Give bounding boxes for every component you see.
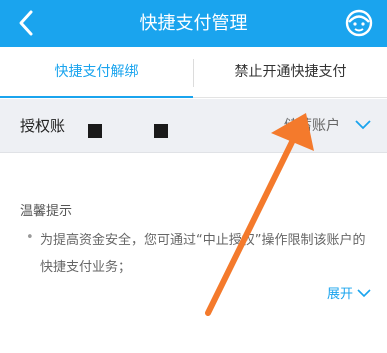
redaction-block	[154, 124, 168, 138]
tips-title: 温馨提示	[20, 204, 73, 219]
redaction-block	[88, 124, 102, 138]
tip-text: 为提高资金安全，您可通过“中止授权”操作限制该账户的快捷支付业务；	[40, 233, 366, 275]
account-selector[interactable]: 授权账 储蓄账户	[0, 99, 387, 153]
page-title: 快捷支付管理	[139, 13, 248, 34]
tab-disable-quick-pay[interactable]: 禁止开通快捷支付	[194, 47, 387, 98]
customer-service-icon[interactable]	[343, 7, 375, 39]
account-label: 授权账	[20, 117, 66, 135]
chevron-down-icon	[355, 120, 371, 130]
top-bar: 快捷支付管理	[0, 0, 387, 47]
tip-bullet: •	[26, 230, 34, 245]
tab-bar: 快捷支付解绑 禁止开通快捷支付	[0, 47, 387, 98]
account-type: 储蓄账户	[284, 118, 340, 134]
expand-button[interactable]: 展开	[327, 283, 371, 302]
active-tab-indicator	[0, 96, 193, 98]
expand-label: 展开	[326, 287, 353, 302]
chevron-down-icon	[357, 288, 371, 297]
tab-unbind-quick-pay[interactable]: 快捷支付解绑	[0, 47, 193, 98]
